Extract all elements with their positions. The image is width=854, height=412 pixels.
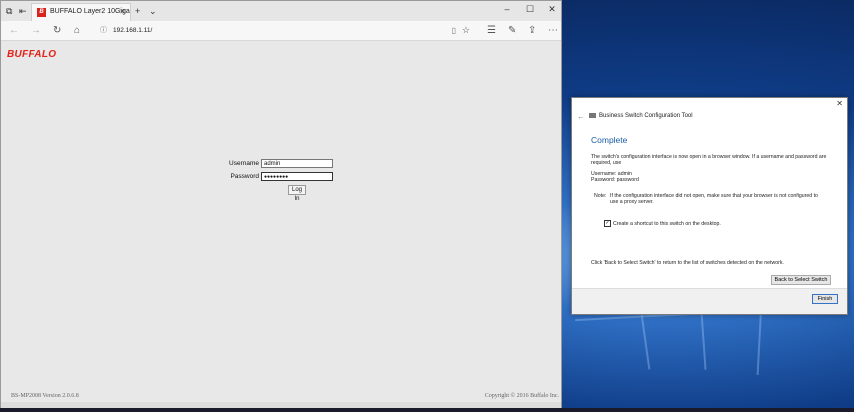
tab-preview-icon[interactable]: ⧉ — [6, 5, 12, 17]
password-info: Password: password — [591, 177, 639, 183]
login-button[interactable]: Log In — [288, 185, 306, 202]
reading-view-icon[interactable]: ▯ — [452, 25, 456, 37]
web-note-icon[interactable]: ✎ — [508, 24, 516, 38]
minimize-icon[interactable]: – — [497, 4, 517, 14]
finish-button[interactable]: Finish — [812, 294, 838, 304]
close-window-icon[interactable]: ✕ — [542, 4, 562, 15]
shortcut-checkbox[interactable]: ✓ — [604, 220, 611, 227]
dialog-body: Complete The switch's configuration inte… — [572, 126, 847, 290]
back-to-select-switch-button[interactable]: Back to Select Switch — [771, 275, 831, 285]
note-text: If the configuration interface did not o… — [610, 193, 818, 205]
username-label: Username — [229, 160, 259, 167]
shortcut-label: Create a shortcut to this switch on the … — [613, 220, 721, 227]
browser-window: ⧉ ⇤ B BUFFALO Layer2 10Giga ✕ + ⌄ – ☐ ✕ … — [0, 0, 562, 408]
username-input[interactable]: admin — [261, 159, 333, 168]
note-label: Note: — [594, 193, 607, 199]
back-arrow-icon[interactable]: ← — [9, 24, 19, 38]
maximize-icon[interactable]: ☐ — [520, 4, 540, 15]
site-info-icon[interactable]: ⓘ — [100, 25, 107, 37]
intro-text: The switch's configuration interface is … — [591, 154, 827, 166]
tab-bar: ⧉ ⇤ B BUFFALO Layer2 10Giga ✕ + ⌄ – ☐ ✕ — [1, 1, 561, 21]
footer-copyright: Copyright © 2016 Buffalo Inc. — [484, 393, 559, 399]
url-text: 192.168.1.11/ — [113, 27, 153, 34]
dialog-footer: Finish — [572, 288, 847, 314]
switch-app-icon — [589, 113, 596, 118]
close-tab-icon[interactable]: ✕ — [119, 4, 126, 20]
address-bar[interactable]: ⓘ 192.168.1.11/ ▯ ☆ — [98, 25, 472, 37]
dialog-title: Business Switch Configuration Tool — [589, 113, 693, 119]
taskbar — [0, 408, 854, 412]
favorite-star-icon[interactable]: ☆ — [462, 24, 470, 36]
new-tab-icon[interactable]: + — [135, 5, 140, 17]
back-hint-text: Click 'Back to Select Switch' to return … — [591, 260, 784, 266]
dialog-title-text: Business Switch Configuration Tool — [599, 113, 693, 120]
refresh-icon[interactable]: ↻ — [53, 24, 61, 38]
set-aside-tabs-icon[interactable]: ⇤ — [19, 5, 27, 17]
shortcut-option[interactable]: ✓ Create a shortcut to this switch on the… — [604, 220, 721, 227]
tab-buffalo[interactable]: B BUFFALO Layer2 10Giga ✕ — [31, 3, 131, 21]
navigation-bar: ← → ↻ ⌂ ⓘ 192.168.1.11/ ▯ ☆ ☰ ✎ ⇪ ⋯ — [1, 21, 561, 41]
forward-arrow-icon[interactable]: → — [31, 24, 41, 38]
tab-list-chevron-icon[interactable]: ⌄ — [149, 5, 157, 17]
favorites-hub-icon[interactable]: ☰ — [487, 24, 496, 38]
share-icon[interactable]: ⇪ — [528, 24, 536, 38]
password-input[interactable]: ●●●●●●●● — [261, 172, 333, 181]
footer-version: BS-MP2008 Version 2.0.6.8 — [11, 393, 79, 399]
dialog-close-icon[interactable]: ✕ — [836, 99, 843, 108]
buffalo-logo: BUFFALO — [7, 49, 57, 60]
more-menu-icon[interactable]: ⋯ — [548, 24, 558, 38]
password-label: Password — [230, 173, 259, 180]
complete-heading: Complete — [591, 135, 628, 145]
home-icon[interactable]: ⌂ — [74, 24, 80, 38]
buffalo-favicon-icon: B — [37, 8, 46, 17]
dialog-back-arrow-icon[interactable]: ← — [577, 112, 585, 121]
page-content: BUFFALO Username admin Password ●●●●●●●●… — [1, 42, 561, 408]
config-tool-dialog: ✕ ← Business Switch Configuration Tool C… — [571, 97, 848, 315]
tab-title: BUFFALO Layer2 10Giga — [50, 8, 130, 15]
